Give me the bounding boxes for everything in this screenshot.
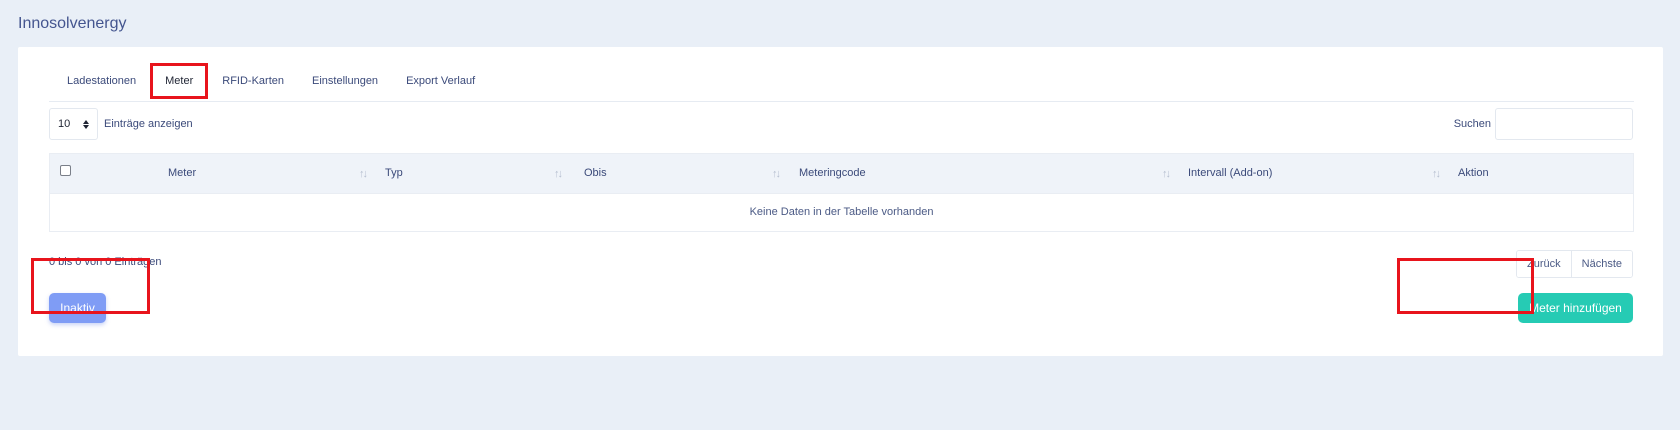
main-card: Ladestationen Meter RFID-Karten Einstell…	[18, 47, 1663, 356]
search-label: Suchen	[1453, 118, 1491, 130]
pagination-next-button[interactable]: Nächste	[1570, 251, 1632, 277]
sort-arrows-icon[interactable]: ↑↓	[1162, 154, 1171, 193]
tab-rfid-karten[interactable]: RFID-Karten	[208, 63, 298, 99]
sort-arrows-icon[interactable]: ↑↓	[554, 154, 563, 193]
tab-bar: Ladestationen Meter RFID-Karten Einstell…	[49, 60, 1634, 102]
select-all-checkbox[interactable]	[60, 165, 71, 176]
add-meter-button[interactable]: Meter hinzufügen	[1518, 293, 1633, 323]
column-header-aktion: Aktion	[1458, 167, 1489, 179]
sort-arrows-icon[interactable]: ↑↓	[359, 154, 368, 193]
empty-table-message: Keine Daten in der Tabelle vorhanden	[50, 193, 1633, 231]
column-header-meteringcode[interactable]: Meteringcode	[799, 154, 866, 193]
column-header-intervall[interactable]: Intervall (Add-on)	[1188, 154, 1272, 193]
sort-arrows-icon[interactable]: ↑↓	[1432, 154, 1441, 193]
entries-length-value: 10	[58, 118, 71, 130]
sort-arrows-icon[interactable]: ↑↓	[772, 154, 781, 193]
highlight-box-inactive	[31, 258, 150, 314]
tab-ladestationen[interactable]: Ladestationen	[49, 63, 150, 99]
app-title: Innosolvenergy	[18, 15, 127, 32]
spinner-icon	[83, 119, 89, 129]
highlight-box-add-meter	[1397, 258, 1534, 314]
tab-einstellungen[interactable]: Einstellungen	[298, 63, 392, 99]
search-input[interactable]	[1495, 108, 1633, 140]
tab-export-verlauf[interactable]: Export Verlauf	[392, 63, 489, 99]
entries-length-control: 10 Einträge anzeigen	[49, 108, 193, 140]
entries-length-select[interactable]: 10	[49, 108, 98, 140]
column-header-typ[interactable]: Typ	[385, 154, 403, 193]
column-header-obis[interactable]: Obis	[584, 154, 607, 193]
entries-length-label: Einträge anzeigen	[104, 118, 193, 130]
table-header: Meter ↑↓ Typ ↑↓ Obis ↑↓ Meteringcode ↑↓ …	[50, 154, 1633, 193]
tab-meter[interactable]: Meter	[150, 62, 209, 99]
column-header-meter[interactable]: Meter	[168, 154, 196, 193]
meter-table: Meter ↑↓ Typ ↑↓ Obis ↑↓ Meteringcode ↑↓ …	[49, 153, 1634, 232]
search-control: Suchen	[1454, 108, 1633, 140]
